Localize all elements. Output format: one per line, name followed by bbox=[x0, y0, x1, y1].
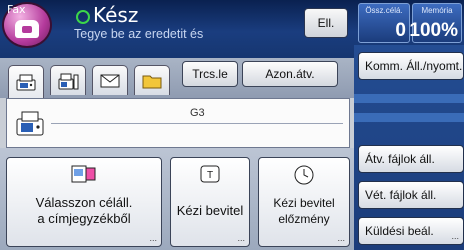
manual-entry-button[interactable]: T Kézi bevitel ... bbox=[170, 157, 250, 247]
tab-fax-machine[interactable] bbox=[8, 65, 44, 98]
fax-screen: Fax Kész Tegye be az eredetit és Ell. Ös… bbox=[0, 0, 464, 250]
button-label: Küldési beál. bbox=[365, 224, 434, 238]
stored-files-status-button[interactable]: Vét. fájlok áll. bbox=[358, 181, 464, 209]
app-label: Fax bbox=[7, 3, 26, 16]
tab-folder[interactable] bbox=[134, 65, 170, 95]
clear-button[interactable]: Ell. bbox=[304, 8, 348, 38]
tab-internet-fax[interactable] bbox=[50, 65, 86, 95]
address-book-icon bbox=[71, 165, 96, 183]
button-label-line2: a címjegyzékből bbox=[37, 211, 131, 226]
counter-label: Memória bbox=[421, 6, 453, 15]
more-indicator: ... bbox=[237, 233, 245, 243]
memory-counter: Memória 100% bbox=[409, 3, 462, 43]
destination-type-tabs: Trcs.le Azon.átv. bbox=[0, 58, 354, 98]
divider bbox=[354, 94, 464, 103]
button-label-line1: Válasszon céláll. bbox=[35, 195, 133, 210]
internet-fax-tab-icon bbox=[58, 73, 79, 89]
divider bbox=[354, 113, 464, 122]
more-indicator: ... bbox=[451, 231, 459, 241]
phone-handset-icon bbox=[15, 20, 39, 38]
id-receive-button[interactable]: Azon.átv. bbox=[242, 61, 338, 87]
total-destinations-counter: Össz.célá. 0 bbox=[358, 3, 410, 43]
pick-up-button[interactable]: Trcs.le bbox=[182, 61, 238, 87]
fax-app-icon[interactable]: Fax bbox=[2, 2, 52, 48]
mail-tab-icon bbox=[100, 74, 120, 87]
svg-text:T: T bbox=[207, 170, 213, 181]
counter-value: 100% bbox=[409, 20, 458, 41]
button-label: Vét. fájlok áll. bbox=[365, 188, 437, 202]
received-files-status-button[interactable]: Átv. fájlok áll. bbox=[358, 145, 464, 173]
machine-tab-icon bbox=[16, 74, 36, 91]
comm-status-print-button[interactable]: Komm. Áll./nyomt. bbox=[358, 52, 464, 80]
button-label: Átv. fájlok áll. bbox=[365, 152, 435, 166]
button-label-line1: Kézi bevitel bbox=[176, 203, 244, 218]
divider bbox=[51, 123, 343, 124]
keypad-icon: T bbox=[200, 165, 220, 183]
fax-machine-icon bbox=[16, 111, 44, 136]
counter-label: Össz.célá. bbox=[365, 6, 403, 15]
send-settings-button[interactable]: Küldési beál. ... bbox=[358, 217, 464, 245]
ready-status-icon bbox=[76, 10, 90, 24]
line-type-label: G3 bbox=[190, 107, 205, 119]
button-label: Komm. Áll./nyomt. bbox=[365, 59, 463, 73]
status-hint: Tegye be az eredetit és bbox=[74, 27, 204, 41]
counter-value: 0 bbox=[395, 20, 406, 41]
more-indicator: ... bbox=[337, 233, 345, 243]
status-text: Kész bbox=[93, 3, 139, 27]
right-menu: Komm. Áll./nyomt. Átv. fájlok áll. Vét. … bbox=[354, 45, 464, 250]
button-label-line2: előzmény bbox=[278, 212, 330, 226]
button-label-line1: Kézi bevitel bbox=[273, 196, 335, 210]
select-from-address-book-button[interactable]: Válasszon céláll. a címjegyzékből ... bbox=[6, 157, 162, 247]
destination-field[interactable]: G3 bbox=[6, 98, 350, 148]
more-indicator: ... bbox=[149, 233, 157, 243]
clock-icon bbox=[294, 165, 314, 185]
folder-tab-icon bbox=[142, 75, 162, 88]
manual-entry-history-button[interactable]: Kézi bevitel előzmény ... bbox=[258, 157, 350, 247]
tab-email[interactable] bbox=[92, 65, 128, 95]
